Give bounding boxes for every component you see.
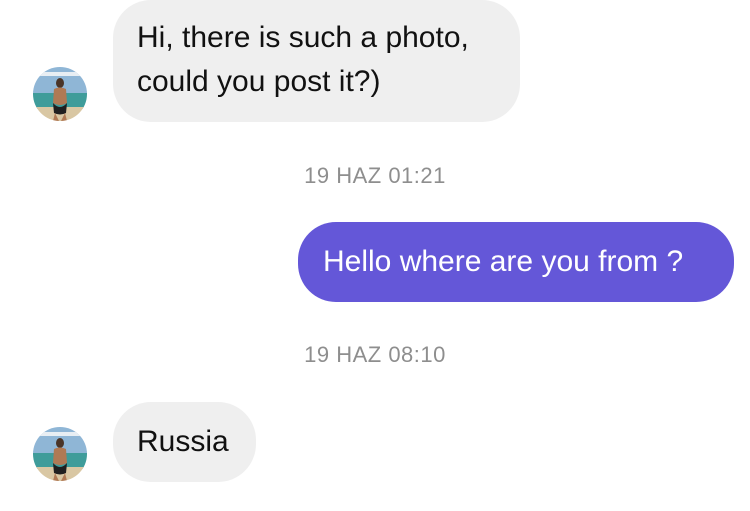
contact-avatar[interactable]	[33, 427, 87, 481]
message-text: Russia	[137, 425, 229, 458]
message-timestamp: 19 HAZ 01:21	[304, 163, 446, 188]
message-text-line: Hi, there is such a photo,	[137, 21, 469, 54]
message-text: Hello where are you from ?	[323, 245, 684, 278]
message-text-line: could you post it?)	[137, 65, 381, 98]
beach-photo-avatar-icon	[33, 427, 87, 481]
contact-avatar[interactable]	[33, 67, 87, 121]
message-timestamp: 19 HAZ 08:10	[304, 342, 446, 367]
message-bubble-incoming[interactable]: Hi, there is such a photo, could you pos…	[113, 0, 520, 122]
beach-photo-avatar-icon	[33, 67, 87, 121]
message-bubble-outgoing[interactable]: Hello where are you from ?	[298, 222, 734, 302]
message-bubble-incoming[interactable]: Russia	[113, 402, 256, 482]
